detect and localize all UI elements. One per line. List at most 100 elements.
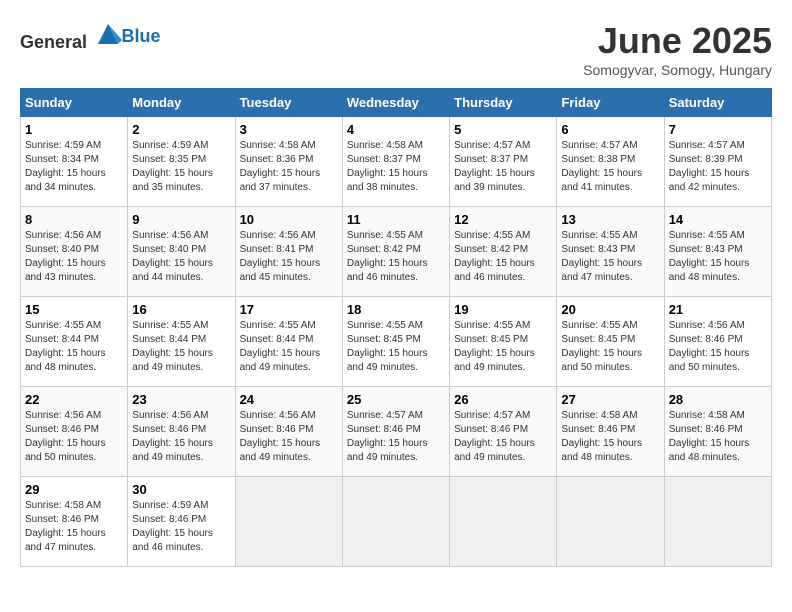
day-info: Sunrise: 4:58 AMSunset: 8:46 PMDaylight:…: [669, 409, 767, 465]
day-number: 30: [132, 482, 230, 497]
calendar-cell: 11 Sunrise: 4:55 AMSunset: 8:42 PMDayligh…: [342, 207, 449, 297]
calendar-cell: 22 Sunrise: 4:56 AMSunset: 8:46 PMDayligh…: [21, 387, 128, 477]
day-number: 26: [454, 392, 552, 407]
day-info: Sunrise: 4:57 AMSunset: 8:46 PMDaylight:…: [347, 409, 445, 465]
calendar-cell: 14 Sunrise: 4:55 AMSunset: 8:43 PMDayligh…: [664, 207, 771, 297]
calendar-cell: 10 Sunrise: 4:56 AMSunset: 8:41 PMDayligh…: [235, 207, 342, 297]
day-info: Sunrise: 4:56 AMSunset: 8:40 PMDaylight:…: [25, 229, 123, 285]
calendar-cell: 3Sunrise: 4:58 AMSunset: 8:36 PMDaylight…: [235, 117, 342, 207]
day-info: Sunrise: 4:59 AMSunset: 8:35 PMDaylight:…: [132, 139, 230, 195]
day-number: 22: [25, 392, 123, 407]
day-info: Sunrise: 4:58 AMSunset: 8:36 PMDaylight:…: [240, 139, 338, 195]
calendar-cell: 5Sunrise: 4:57 AMSunset: 8:37 PMDaylight…: [450, 117, 557, 207]
calendar-cell: 26 Sunrise: 4:57 AMSunset: 8:46 PMDayligh…: [450, 387, 557, 477]
day-info: Sunrise: 4:57 AMSunset: 8:38 PMDaylight:…: [561, 139, 659, 195]
calendar: SundayMondayTuesdayWednesdayThursdayFrid…: [20, 88, 772, 567]
day-number: 17: [240, 302, 338, 317]
day-info: Sunrise: 4:55 AMSunset: 8:45 PMDaylight:…: [561, 319, 659, 375]
calendar-cell: [664, 477, 771, 567]
calendar-cell: 2Sunrise: 4:59 AMSunset: 8:35 PMDaylight…: [128, 117, 235, 207]
day-number: 1: [25, 122, 123, 137]
day-info: Sunrise: 4:56 AMSunset: 8:41 PMDaylight:…: [240, 229, 338, 285]
day-number: 28: [669, 392, 767, 407]
logo-icon: [94, 20, 122, 48]
day-info: Sunrise: 4:56 AMSunset: 8:46 PMDaylight:…: [25, 409, 123, 465]
calendar-cell: 15 Sunrise: 4:55 AMSunset: 8:44 PMDayligh…: [21, 297, 128, 387]
day-info: Sunrise: 4:57 AMSunset: 8:46 PMDaylight:…: [454, 409, 552, 465]
calendar-cell: 21 Sunrise: 4:56 AMSunset: 8:46 PMDayligh…: [664, 297, 771, 387]
day-info: Sunrise: 4:59 AMSunset: 8:46 PMDaylight:…: [132, 499, 230, 555]
calendar-cell: 12 Sunrise: 4:55 AMSunset: 8:42 PMDayligh…: [450, 207, 557, 297]
day-number: 24: [240, 392, 338, 407]
title-area: June 2025 Somogyvar, Somogy, Hungary: [583, 20, 772, 78]
day-number: 5: [454, 122, 552, 137]
header: General Blue June 2025 Somogyvar, Somogy…: [20, 20, 772, 78]
day-number: 11: [347, 212, 445, 227]
calendar-cell: 27 Sunrise: 4:58 AMSunset: 8:46 PMDayligh…: [557, 387, 664, 477]
day-info: Sunrise: 4:56 AMSunset: 8:46 PMDaylight:…: [132, 409, 230, 465]
day-info: Sunrise: 4:55 AMSunset: 8:42 PMDaylight:…: [347, 229, 445, 285]
day-info: Sunrise: 4:55 AMSunset: 8:45 PMDaylight:…: [347, 319, 445, 375]
day-number: 21: [669, 302, 767, 317]
day-info: Sunrise: 4:55 AMSunset: 8:43 PMDaylight:…: [561, 229, 659, 285]
day-number: 29: [25, 482, 123, 497]
calendar-cell: 19 Sunrise: 4:55 AMSunset: 8:45 PMDayligh…: [450, 297, 557, 387]
day-number: 20: [561, 302, 659, 317]
calendar-cell: 28 Sunrise: 4:58 AMSunset: 8:46 PMDayligh…: [664, 387, 771, 477]
day-info: Sunrise: 4:55 AMSunset: 8:45 PMDaylight:…: [454, 319, 552, 375]
day-info: Sunrise: 4:58 AMSunset: 8:37 PMDaylight:…: [347, 139, 445, 195]
day-number: 15: [25, 302, 123, 317]
day-number: 7: [669, 122, 767, 137]
calendar-cell: 23 Sunrise: 4:56 AMSunset: 8:46 PMDayligh…: [128, 387, 235, 477]
day-info: Sunrise: 4:55 AMSunset: 8:44 PMDaylight:…: [25, 319, 123, 375]
day-number: 13: [561, 212, 659, 227]
day-info: Sunrise: 4:55 AMSunset: 8:42 PMDaylight:…: [454, 229, 552, 285]
logo: General Blue: [20, 20, 161, 53]
day-info: Sunrise: 4:55 AMSunset: 8:43 PMDaylight:…: [669, 229, 767, 285]
day-number: 4: [347, 122, 445, 137]
calendar-cell: [450, 477, 557, 567]
weekday-header: Tuesday: [235, 89, 342, 117]
logo-blue: Blue: [122, 26, 161, 46]
calendar-cell: 9 Sunrise: 4:56 AMSunset: 8:40 PMDaylight…: [128, 207, 235, 297]
weekday-header: Sunday: [21, 89, 128, 117]
weekday-header: Monday: [128, 89, 235, 117]
day-info: Sunrise: 4:59 AMSunset: 8:34 PMDaylight:…: [25, 139, 123, 195]
calendar-cell: 4 Sunrise: 4:58 AMSunset: 8:37 PMDaylight…: [342, 117, 449, 207]
day-number: 16: [132, 302, 230, 317]
calendar-cell: 17 Sunrise: 4:55 AMSunset: 8:44 PMDayligh…: [235, 297, 342, 387]
calendar-cell: 6Sunrise: 4:57 AMSunset: 8:38 PMDaylight…: [557, 117, 664, 207]
day-info: Sunrise: 4:56 AMSunset: 8:40 PMDaylight:…: [132, 229, 230, 285]
calendar-cell: 8 Sunrise: 4:56 AMSunset: 8:40 PMDaylight…: [21, 207, 128, 297]
day-number: 27: [561, 392, 659, 407]
day-number: 18: [347, 302, 445, 317]
day-info: Sunrise: 4:58 AMSunset: 8:46 PMDaylight:…: [25, 499, 123, 555]
day-info: Sunrise: 4:55 AMSunset: 8:44 PMDaylight:…: [240, 319, 338, 375]
month-title: June 2025: [583, 20, 772, 62]
day-info: Sunrise: 4:57 AMSunset: 8:39 PMDaylight:…: [669, 139, 767, 195]
calendar-cell: 1 Sunrise: 4:59 AMSunset: 8:34 PMDaylight…: [21, 117, 128, 207]
day-number: 19: [454, 302, 552, 317]
day-number: 8: [25, 212, 123, 227]
day-info: Sunrise: 4:58 AMSunset: 8:46 PMDaylight:…: [561, 409, 659, 465]
day-number: 10: [240, 212, 338, 227]
day-info: Sunrise: 4:56 AMSunset: 8:46 PMDaylight:…: [669, 319, 767, 375]
calendar-cell: [342, 477, 449, 567]
calendar-cell: 30 Sunrise: 4:59 AMSunset: 8:46 PMDayligh…: [128, 477, 235, 567]
logo-general: General: [20, 32, 87, 52]
weekday-header: Friday: [557, 89, 664, 117]
location-subtitle: Somogyvar, Somogy, Hungary: [583, 62, 772, 78]
calendar-cell: [557, 477, 664, 567]
calendar-cell: 13 Sunrise: 4:55 AMSunset: 8:43 PMDayligh…: [557, 207, 664, 297]
day-info: Sunrise: 4:56 AMSunset: 8:46 PMDaylight:…: [240, 409, 338, 465]
calendar-cell: 29 Sunrise: 4:58 AMSunset: 8:46 PMDayligh…: [21, 477, 128, 567]
calendar-cell: 18 Sunrise: 4:55 AMSunset: 8:45 PMDayligh…: [342, 297, 449, 387]
calendar-cell: 24 Sunrise: 4:56 AMSunset: 8:46 PMDayligh…: [235, 387, 342, 477]
day-number: 12: [454, 212, 552, 227]
weekday-header: Thursday: [450, 89, 557, 117]
day-number: 23: [132, 392, 230, 407]
calendar-cell: 20 Sunrise: 4:55 AMSunset: 8:45 PMDayligh…: [557, 297, 664, 387]
day-number: 9: [132, 212, 230, 227]
weekday-header: Saturday: [664, 89, 771, 117]
day-number: 14: [669, 212, 767, 227]
